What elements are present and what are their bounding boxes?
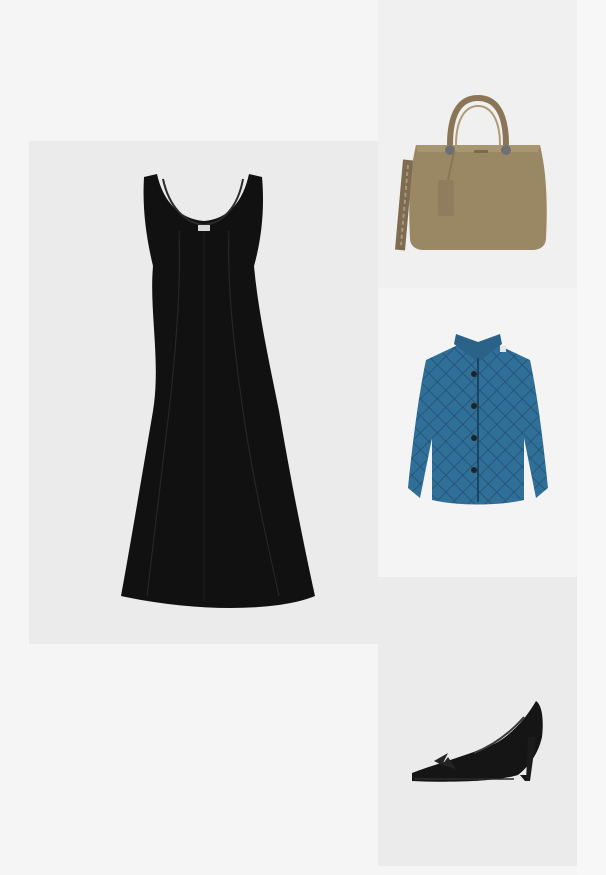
outfit-board <box>0 0 606 875</box>
outfit-item-bag[interactable] <box>378 0 577 288</box>
outfit-item-dress[interactable] <box>29 141 378 644</box>
outfit-item-shoe[interactable] <box>378 577 577 866</box>
taupe-tote-bag-image <box>395 94 547 251</box>
black-midi-dress-image <box>121 174 315 609</box>
quilted-denim-jacket-image <box>408 334 548 505</box>
black-pointed-pump-image <box>412 701 543 782</box>
outfit-item-jacket[interactable] <box>378 288 577 577</box>
right-margin <box>577 0 606 875</box>
